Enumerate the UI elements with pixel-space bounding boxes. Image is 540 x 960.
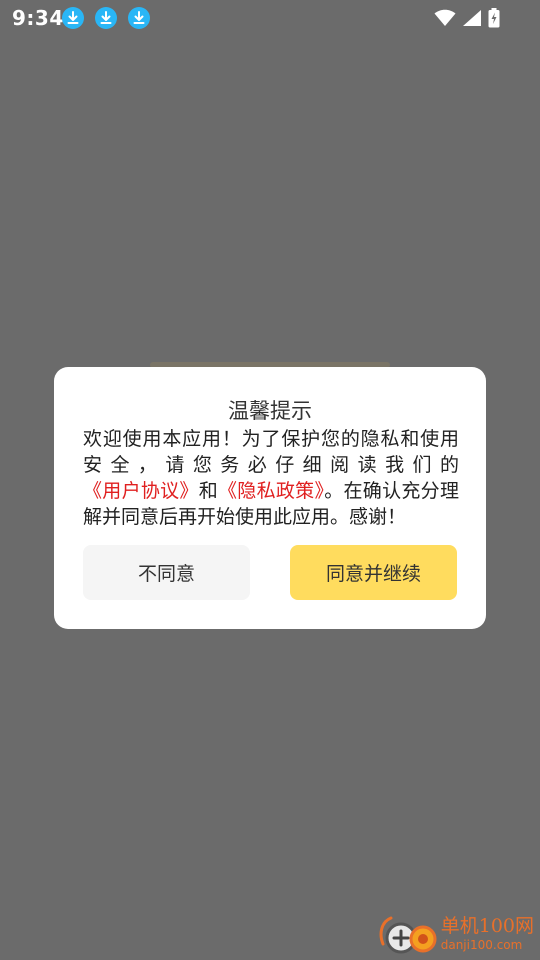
message-intro: 欢迎使用本应用！为了保护您的隐私和使用安全，请您务必仔细阅读我们的 — [83, 428, 459, 476]
download-icon — [128, 7, 150, 29]
watermark: 单机100网 danji100.com — [377, 912, 534, 956]
watermark-name: 单机100网 — [440, 915, 534, 937]
disagree-button[interactable]: 不同意 — [83, 545, 250, 600]
system-icons — [434, 7, 500, 29]
dialog-message: 欢迎使用本应用！为了保护您的隐私和使用安全，请您务必仔细阅读我们的《用户协议》和… — [83, 426, 459, 530]
battery-charging-icon — [488, 8, 500, 28]
user-agreement-link[interactable]: 《用户协议》 — [83, 480, 199, 502]
cell-signal-icon — [462, 9, 482, 27]
wifi-icon — [434, 9, 456, 27]
privacy-policy-link[interactable]: 《隐私政策》 — [218, 480, 324, 502]
watermark-logo-icon — [377, 912, 439, 956]
watermark-url: danji100.com — [440, 938, 523, 952]
status-time: 9:34 — [12, 6, 64, 30]
privacy-dialog: 温馨提示 欢迎使用本应用！为了保护您的隐私和使用安全，请您务必仔细阅读我们的《用… — [54, 367, 486, 629]
download-icon — [95, 7, 117, 29]
download-icon — [62, 7, 84, 29]
status-bar: 9:34 — [0, 0, 540, 36]
agree-continue-button[interactable]: 同意并继续 — [290, 545, 457, 600]
dialog-title: 温馨提示 — [228, 399, 312, 423]
message-and: 和 — [198, 480, 219, 502]
